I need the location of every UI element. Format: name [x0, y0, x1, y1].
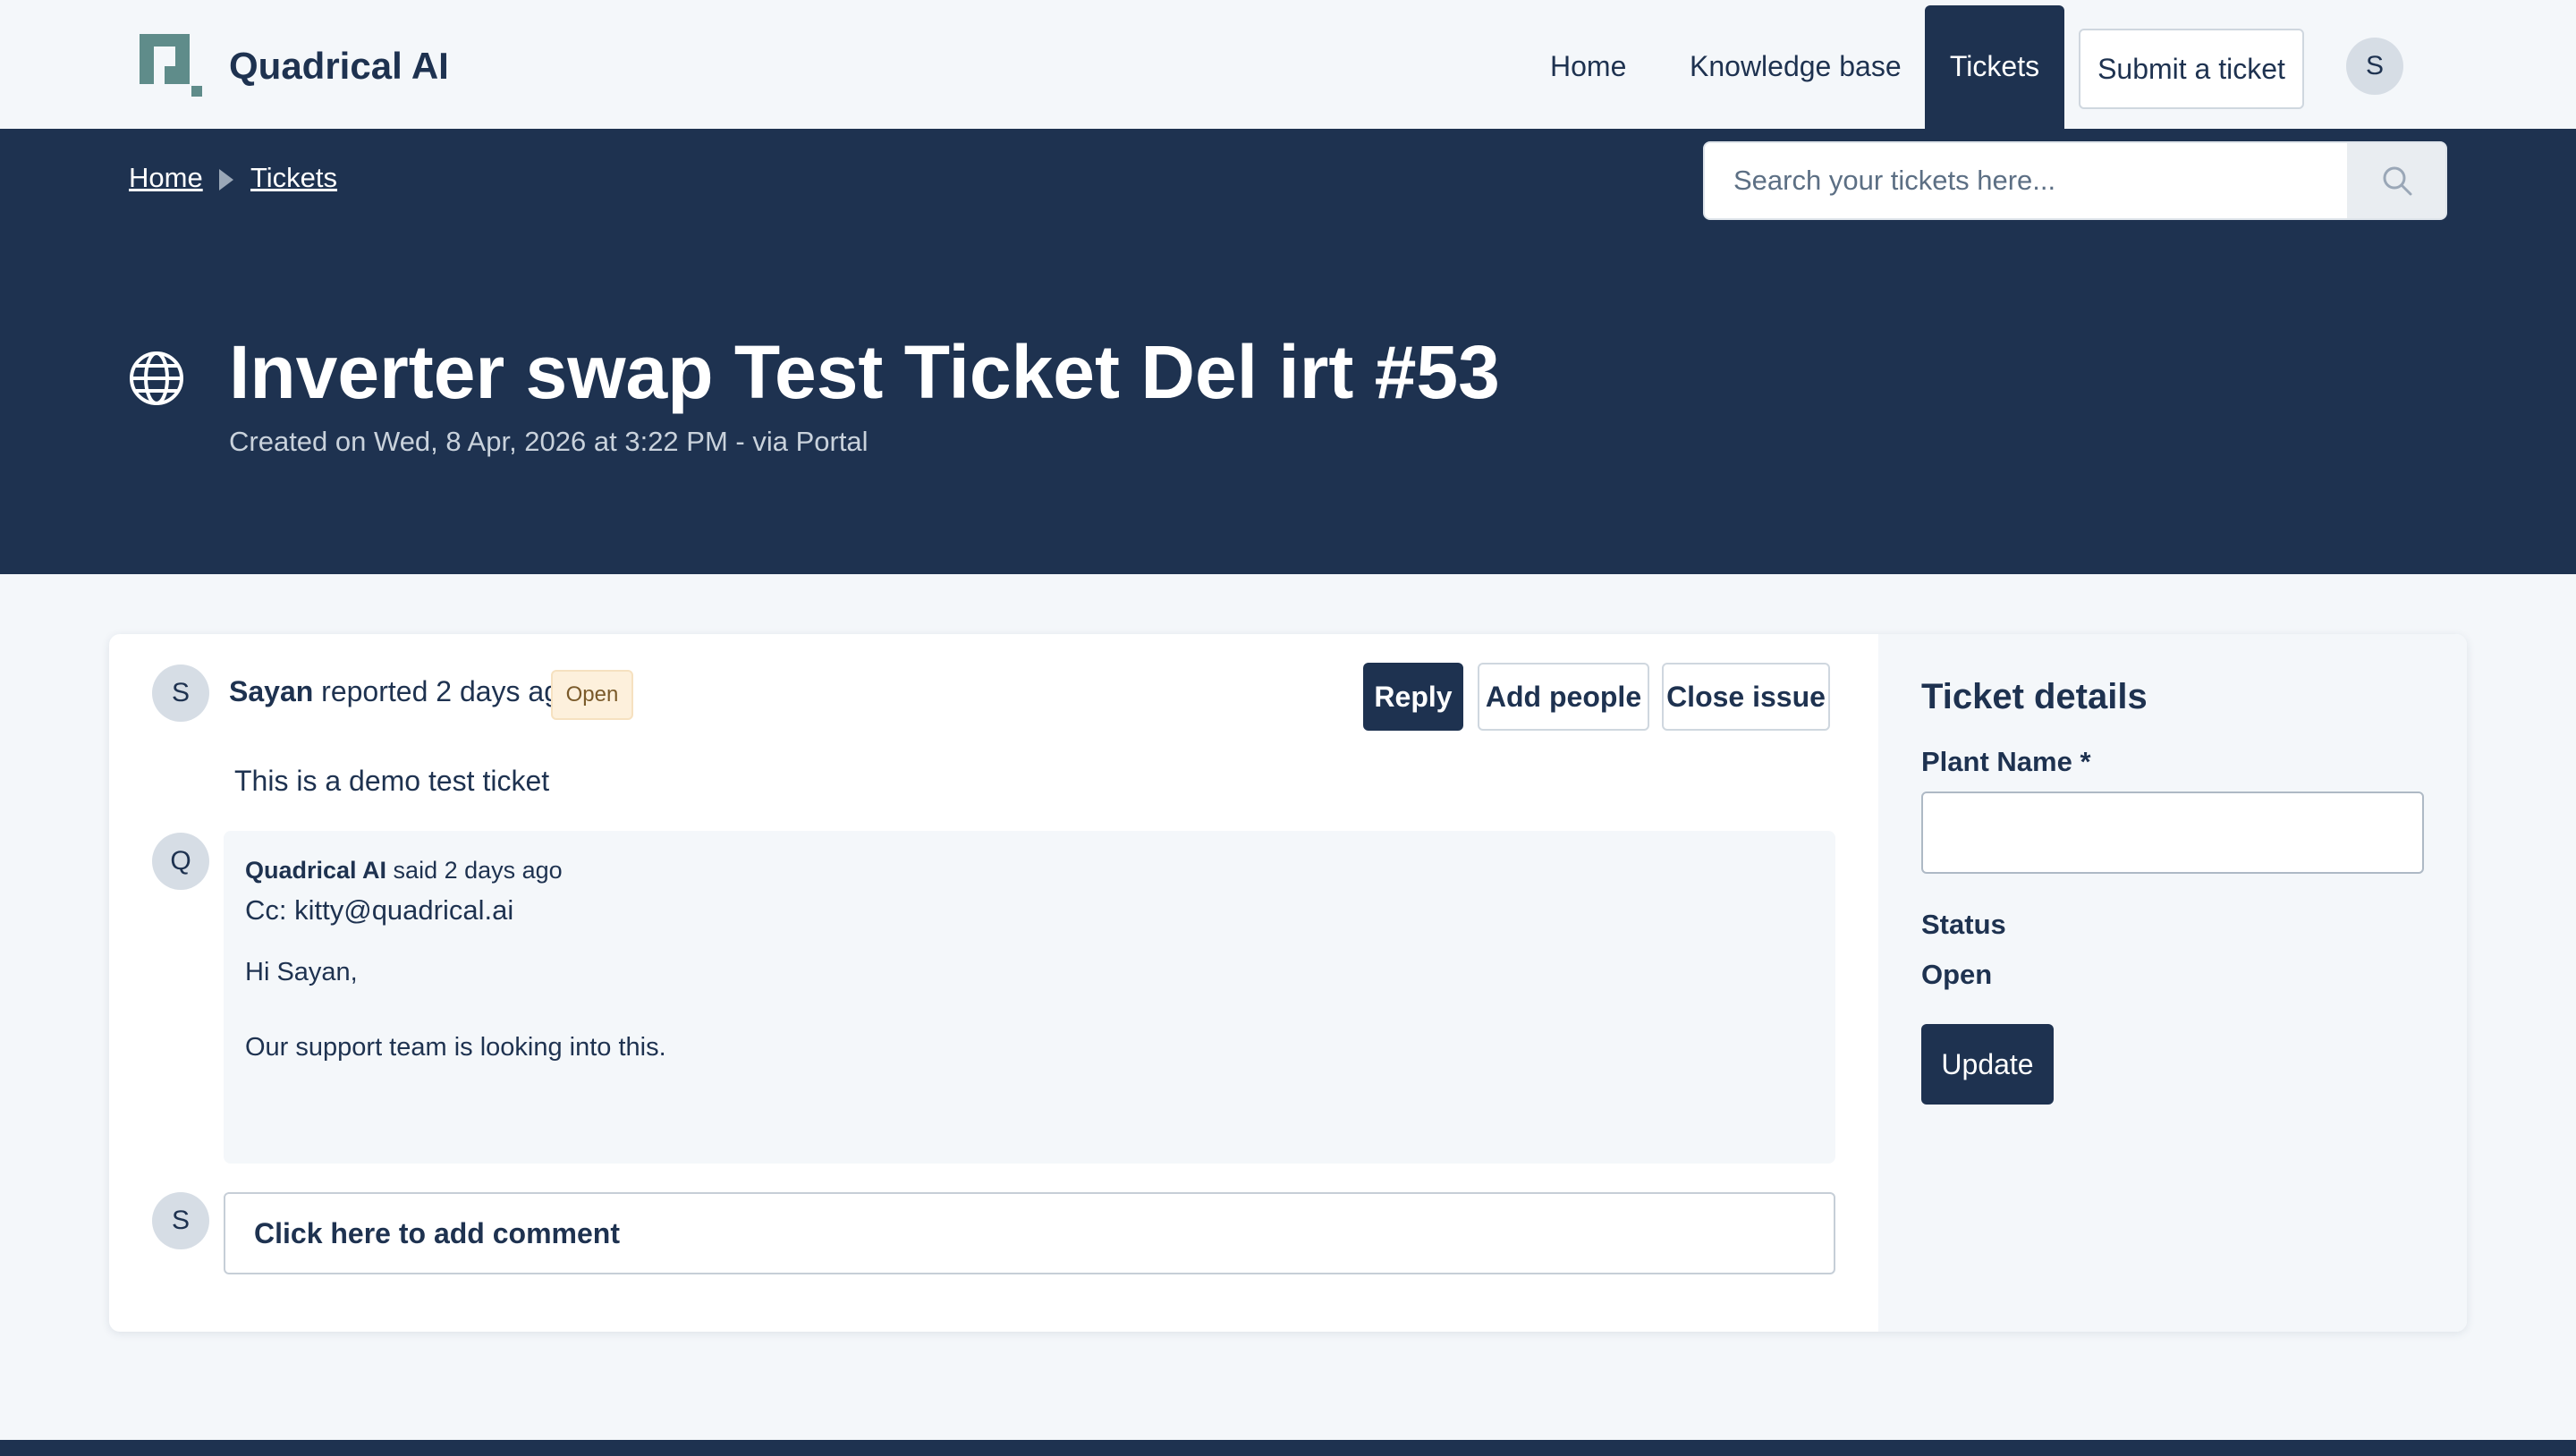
nav-knowledge-base[interactable]: Knowledge base: [1690, 0, 1902, 129]
breadcrumb-separator-icon: [219, 169, 233, 190]
breadcrumb-tickets[interactable]: Tickets: [250, 159, 337, 197]
footer-bar: [0, 1440, 2576, 1456]
reporter-line: Sayan reported 2 days ago: [229, 672, 576, 711]
search-button[interactable]: [2347, 143, 2445, 218]
ticket-hero: Home Tickets Inverter swap Test Ticket D…: [0, 129, 2576, 574]
ticket-title: Inverter swap Test Ticket Del irt #53: [229, 330, 1500, 414]
reporter-name: Sayan: [229, 675, 314, 707]
plant-name-label: Plant Name *: [1921, 746, 2091, 777]
search-icon: [2383, 166, 2412, 196]
ticket-details-title: Ticket details: [1921, 677, 2148, 716]
reply-greeting: Hi Sayan,: [245, 958, 358, 986]
submit-ticket-button[interactable]: Submit a ticket: [2079, 29, 2304, 109]
ticket-description: This is a demo test ticket: [234, 765, 550, 797]
ticket-created-info: Created on Wed, 8 Apr, 2026 at 3:22 PM -…: [229, 426, 869, 457]
reply-button[interactable]: Reply: [1363, 663, 1463, 731]
reported-time: reported 2 days ago: [313, 675, 576, 707]
top-header: Quadrical AI Home Knowledge base Tickets…: [0, 0, 2576, 129]
nav-home[interactable]: Home: [1550, 0, 1626, 129]
add-people-button[interactable]: Add people: [1478, 663, 1649, 731]
quadrical-logo[interactable]: [140, 34, 202, 97]
update-button[interactable]: Update: [1921, 1024, 2054, 1105]
ticket-search: [1703, 141, 2447, 220]
reply-body: Our support team is looking into this.: [245, 1033, 666, 1062]
breadcrumb-home[interactable]: Home: [129, 159, 203, 197]
nav-tickets[interactable]: Tickets: [1925, 5, 2064, 129]
reply-time: said 2 days ago: [386, 857, 563, 884]
ticket-details-panel: Ticket details Plant Name * Status Open …: [1878, 634, 2467, 1332]
status-badge: Open: [551, 670, 633, 720]
status-label: Status: [1921, 909, 2006, 940]
close-issue-button[interactable]: Close issue: [1662, 663, 1830, 731]
reply-cc: Cc: kitty@quadrical.ai: [245, 894, 514, 926]
reporter-avatar: S: [152, 665, 209, 722]
search-input[interactable]: [1705, 143, 2345, 218]
agent-reply: Quadrical AI said 2 days ago Cc: kitty@q…: [224, 831, 1835, 1164]
status-value: Open: [1921, 959, 1993, 990]
reply-meta: Quadrical AI said 2 days ago: [245, 854, 563, 886]
globe-icon: [130, 351, 183, 405]
reply-author: Quadrical AI: [245, 857, 387, 884]
user-avatar[interactable]: S: [2346, 38, 2403, 95]
add-comment-box[interactable]: Click here to add comment: [224, 1192, 1835, 1274]
brand-name[interactable]: Quadrical AI: [229, 41, 449, 91]
commenter-avatar: S: [152, 1192, 209, 1249]
agent-avatar: Q: [152, 833, 209, 890]
plant-name-field[interactable]: [1921, 791, 2424, 874]
ticket-card: S Sayan reported 2 days ago Open Reply A…: [109, 634, 2467, 1332]
